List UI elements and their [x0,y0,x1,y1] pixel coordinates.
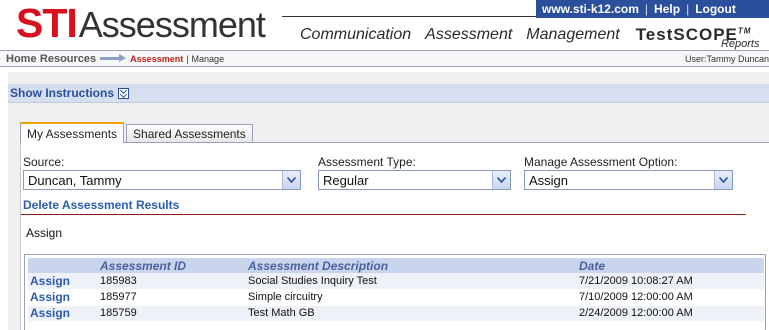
assessment-date-cell: 2/24/2009 12:00:00 AM [577,305,764,322]
assessment-description-cell: Test Math GB [246,305,577,322]
assessment-id-cell: 185983 [98,273,246,290]
assessment-id-cell: 185977 [98,289,246,306]
chevron-down-icon[interactable] [282,171,300,189]
assessment-type-value: Regular [323,172,369,188]
breadcrumb-assessment[interactable]: Assessment [130,54,183,64]
assessment-description-cell: Social Studies Inquiry Test [246,273,577,290]
assign-link[interactable]: Assign [28,305,98,322]
app-header: STI Assessment www.sti-k12.com | Help | … [0,0,769,50]
assessment-type-select[interactable]: Regular [318,170,511,190]
logo-assessment-text: Assessment [78,4,266,45]
breadcrumb-separator: | [186,53,189,64]
column-header-date[interactable]: Date [577,258,764,273]
sti-assessment-logo[interactable]: STI Assessment [16,0,266,46]
tab-shared-assessments[interactable]: Shared Assessments [126,124,253,143]
instructions-bar[interactable]: Show Instructions [8,84,769,103]
assessments-panel: My Assessments Shared Assessments Source… [20,122,769,330]
show-instructions-link[interactable]: Show Instructions [10,86,114,100]
top-link-separator: | [686,2,690,16]
logo-sti-text: STI [16,0,78,46]
table-row: Assign 185977 Simple circuitry 7/10/2009… [28,289,764,306]
column-header-description[interactable]: Assessment Description [246,258,577,273]
nav-testscope-reports[interactable]: TestSCOPETM Reports [636,25,760,50]
current-user-label: User:Tammy Duncan [684,54,769,64]
column-header-assessment-id[interactable]: Assessment ID [98,258,246,273]
assign-link[interactable]: Assign [28,273,98,290]
section-divider [21,214,746,215]
assessments-table-container[interactable]: Assessment ID Assessment Description Dat… [24,254,766,330]
tab-my-assessments[interactable]: My Assessments [20,122,125,143]
table-header-row: Assessment ID Assessment Description Dat… [28,258,764,273]
manage-option-value: Assign [529,172,569,188]
table-row: Assign 185759 Test Math GB 2/24/2009 12:… [28,305,764,322]
section-title: Assign [26,226,63,240]
manage-option-select[interactable]: Assign [524,170,733,190]
table-row: Assign 185983 Social Studies Inquiry Tes… [28,273,764,290]
assessment-date-cell: 7/21/2009 10:08:27 AM [577,273,764,290]
logout-link[interactable]: Logout [689,2,742,16]
main-nav: Communication Assessment Management Test… [300,22,769,50]
manage-option-label: Manage Assessment Option: [524,155,678,169]
source-select[interactable]: Duncan, Tammy [23,170,301,190]
arrow-right-icon [100,54,127,63]
testscope-trademark: TM [737,26,752,36]
help-link[interactable]: Help [648,2,686,16]
assessments-table: Assessment ID Assessment Description Dat… [28,258,764,322]
tab-body: Source: Duncan, Tammy Assessment Type: R… [20,142,769,330]
breadcrumb-manage: Manage [191,53,225,64]
nav-assessment[interactable]: Assessment [425,26,512,44]
column-header-action [28,258,98,273]
top-link-separator: | [644,2,649,16]
tab-strip: My Assessments Shared Assessments [20,122,255,143]
nav-management[interactable]: Management [526,26,619,44]
breadcrumb: Home Resources Assessment | Manage [0,52,224,66]
top-links-bar: www.sti-k12.com | Help | Logout [536,0,769,18]
assessment-date-cell: 7/10/2009 12:00:00 AM [577,289,764,306]
breadcrumb-bar: Home Resources Assessment | Manage User:… [0,50,769,67]
assessment-id-cell: 185759 [98,305,246,322]
website-link[interactable]: www.sti-k12.com [536,2,645,16]
testscope-reports-label: Reports [720,38,760,50]
chevron-down-icon[interactable] [714,171,732,189]
double-chevron-down-icon[interactable] [118,87,130,99]
source-label: Source: [23,155,65,169]
delete-assessment-results-link[interactable]: Delete Assessment Results [23,198,179,212]
breadcrumb-resources[interactable]: Resources [40,53,96,65]
assessment-description-cell: Simple circuitry [246,289,577,306]
nav-communication[interactable]: Communication [300,26,411,44]
assessment-type-label: Assessment Type: [318,155,416,169]
breadcrumb-home[interactable]: Home [6,53,37,65]
chevron-down-icon[interactable] [492,171,510,189]
assign-link[interactable]: Assign [28,289,98,306]
source-select-value: Duncan, Tammy [28,172,122,188]
content-frame: Show Instructions My Assessments Shared … [8,72,769,330]
